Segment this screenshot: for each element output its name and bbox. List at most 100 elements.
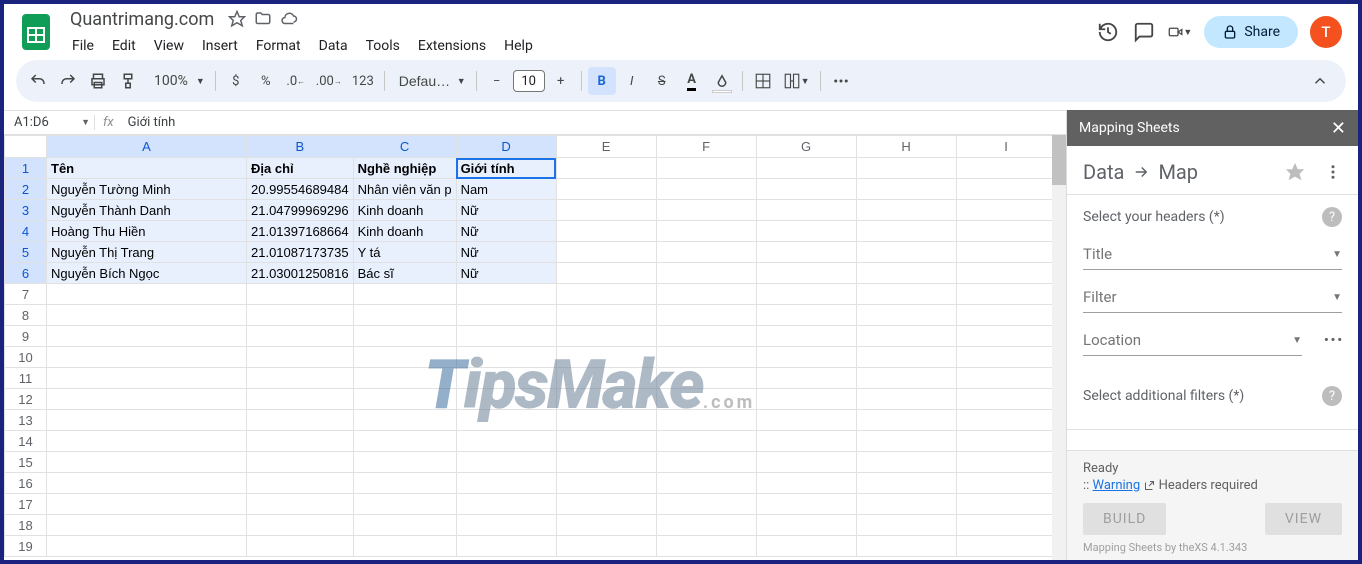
cell-E11[interactable]: [556, 368, 656, 389]
cell-E18[interactable]: [556, 515, 656, 536]
cell-H2[interactable]: [856, 179, 956, 200]
cell-E1[interactable]: [556, 158, 656, 179]
col-header-D[interactable]: D: [456, 136, 556, 158]
cell-F15[interactable]: [656, 452, 756, 473]
comment-icon[interactable]: [1132, 20, 1156, 44]
more-formats-button[interactable]: 123: [348, 67, 378, 95]
row-header-7[interactable]: 7: [5, 284, 47, 305]
cell-E13[interactable]: [556, 410, 656, 431]
row-header-19[interactable]: 19: [5, 536, 47, 557]
row-header-17[interactable]: 17: [5, 494, 47, 515]
location-dropdown[interactable]: Location▼: [1083, 331, 1302, 356]
cell-C18[interactable]: [353, 515, 456, 536]
cell-I7[interactable]: [956, 284, 1056, 305]
cell-I13[interactable]: [956, 410, 1056, 431]
view-button[interactable]: VIEW: [1265, 503, 1342, 535]
favorite-icon[interactable]: [1284, 161, 1306, 183]
menu-format[interactable]: Format: [248, 34, 309, 58]
cell-F7[interactable]: [656, 284, 756, 305]
cell-A2[interactable]: Nguyễn Tường Minh: [47, 179, 247, 200]
cell-H15[interactable]: [856, 452, 956, 473]
cell-D17[interactable]: [456, 494, 556, 515]
cell-F18[interactable]: [656, 515, 756, 536]
cell-C1[interactable]: Nghề nghiệp: [353, 158, 456, 179]
fill-color-button[interactable]: [708, 67, 736, 95]
col-header-H[interactable]: H: [856, 136, 956, 158]
cell-F11[interactable]: [656, 368, 756, 389]
cell-H5[interactable]: [856, 242, 956, 263]
cell-E4[interactable]: [556, 221, 656, 242]
cell-I3[interactable]: [956, 200, 1056, 221]
cell-B7[interactable]: [247, 284, 354, 305]
cell-E14[interactable]: [556, 431, 656, 452]
zoom-dropdown[interactable]: 100%▼: [144, 67, 209, 95]
cell-A16[interactable]: [47, 473, 247, 494]
cell-E16[interactable]: [556, 473, 656, 494]
cell-E9[interactable]: [556, 326, 656, 347]
cell-C19[interactable]: [353, 536, 456, 557]
cell-H19[interactable]: [856, 536, 956, 557]
cell-A14[interactable]: [47, 431, 247, 452]
cell-E7[interactable]: [556, 284, 656, 305]
row-header-8[interactable]: 8: [5, 305, 47, 326]
cell-D14[interactable]: [456, 431, 556, 452]
menu-file[interactable]: File: [64, 34, 102, 58]
cell-H14[interactable]: [856, 431, 956, 452]
cell-G2[interactable]: [756, 179, 856, 200]
cell-B11[interactable]: [247, 368, 354, 389]
cell-E8[interactable]: [556, 305, 656, 326]
cell-F16[interactable]: [656, 473, 756, 494]
row-header-9[interactable]: 9: [5, 326, 47, 347]
cell-G4[interactable]: [756, 221, 856, 242]
cell-C4[interactable]: Kinh doanh: [353, 221, 456, 242]
cell-I12[interactable]: [956, 389, 1056, 410]
cell-I10[interactable]: [956, 347, 1056, 368]
cell-H7[interactable]: [856, 284, 956, 305]
cell-F8[interactable]: [656, 305, 756, 326]
collapse-toolbar-button[interactable]: [1302, 67, 1338, 95]
row-header-1[interactable]: 1: [5, 158, 47, 179]
menu-help[interactable]: Help: [496, 34, 541, 58]
move-icon[interactable]: [254, 10, 272, 28]
cell-G11[interactable]: [756, 368, 856, 389]
currency-button[interactable]: $: [222, 67, 250, 95]
row-header-10[interactable]: 10: [5, 347, 47, 368]
cell-C15[interactable]: [353, 452, 456, 473]
cell-I5[interactable]: [956, 242, 1056, 263]
cell-I2[interactable]: [956, 179, 1056, 200]
cell-B14[interactable]: [247, 431, 354, 452]
cell-B3[interactable]: 21.04799969296: [247, 200, 354, 221]
cell-D10[interactable]: [456, 347, 556, 368]
cell-B2[interactable]: 20.99554689484: [247, 179, 354, 200]
cell-B19[interactable]: [247, 536, 354, 557]
cell-F2[interactable]: [656, 179, 756, 200]
percent-button[interactable]: %: [252, 67, 280, 95]
print-button[interactable]: [84, 67, 112, 95]
cell-B6[interactable]: 21.03001250816: [247, 263, 354, 284]
name-box[interactable]: A1:D6▼: [8, 115, 90, 130]
cell-A8[interactable]: [47, 305, 247, 326]
cell-H8[interactable]: [856, 305, 956, 326]
col-header-I[interactable]: I: [956, 136, 1056, 158]
decrease-decimal-button[interactable]: .0←: [282, 67, 310, 95]
cell-I19[interactable]: [956, 536, 1056, 557]
font-dropdown[interactable]: Defaul...▼: [391, 67, 470, 95]
cell-H16[interactable]: [856, 473, 956, 494]
share-button[interactable]: Share: [1204, 16, 1298, 48]
cell-G13[interactable]: [756, 410, 856, 431]
cell-D19[interactable]: [456, 536, 556, 557]
help-icon[interactable]: ?: [1322, 386, 1342, 406]
cell-B1[interactable]: Địa chỉ: [247, 158, 354, 179]
cell-D2[interactable]: Nam: [456, 179, 556, 200]
cell-F14[interactable]: [656, 431, 756, 452]
help-icon[interactable]: ?: [1322, 207, 1342, 227]
col-header-C[interactable]: C: [353, 136, 456, 158]
cell-G14[interactable]: [756, 431, 856, 452]
cell-D3[interactable]: Nữ: [456, 200, 556, 221]
bold-button[interactable]: B: [588, 67, 616, 95]
cell-D18[interactable]: [456, 515, 556, 536]
row-header-13[interactable]: 13: [5, 410, 47, 431]
cell-H12[interactable]: [856, 389, 956, 410]
cell-F3[interactable]: [656, 200, 756, 221]
cell-D6[interactable]: Nữ: [456, 263, 556, 284]
